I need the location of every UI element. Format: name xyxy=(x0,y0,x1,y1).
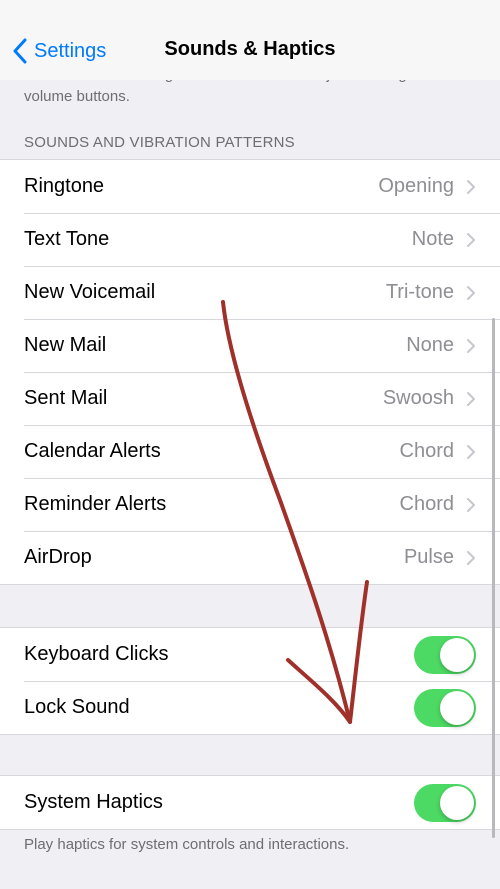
row-label: New Voicemail xyxy=(24,281,156,303)
system-haptics-toggle[interactable] xyxy=(414,783,476,822)
list-item-text-tone[interactable]: Text Tone Note xyxy=(0,213,500,266)
row-label: Reminder Alerts xyxy=(24,493,167,515)
list-item-keyboard-clicks: Keyboard Clicks xyxy=(0,628,500,681)
chevron-right-icon xyxy=(467,179,475,194)
row-value: None xyxy=(406,334,454,356)
navigation-bar: Settings Sounds & Haptics xyxy=(0,0,500,80)
haptics-footer: Play haptics for system controls and int… xyxy=(24,836,350,853)
chevron-right-icon xyxy=(467,285,475,300)
list-item-lock-sound: Lock Sound xyxy=(0,681,500,734)
list-item-airdrop[interactable]: AirDrop Pulse xyxy=(0,531,500,584)
chevron-right-icon xyxy=(467,497,475,512)
list-item-calendar-alerts[interactable]: Calendar Alerts Chord xyxy=(0,425,500,478)
row-value: Pulse xyxy=(403,546,454,568)
row-label: Sent Mail xyxy=(24,387,108,409)
toggles-list: Keyboard Clicks Lock Sound xyxy=(0,627,500,735)
haptics-list: System Haptics xyxy=(0,775,500,830)
list-item-reminder-alerts[interactable]: Reminder Alerts Chord xyxy=(0,478,500,531)
list-item-sent-mail[interactable]: Sent Mail Swoosh xyxy=(0,372,500,425)
chevron-right-icon xyxy=(467,391,475,406)
sounds-list: Ringtone Opening Text Tone Note New Voic… xyxy=(0,159,500,585)
row-label: AirDrop xyxy=(24,546,92,568)
page-title: Sounds & Haptics xyxy=(164,38,336,60)
chevron-right-icon xyxy=(467,444,475,459)
row-value: Swoosh xyxy=(382,387,454,409)
row-label: Keyboard Clicks xyxy=(24,643,169,665)
lock-sound-toggle[interactable] xyxy=(414,688,476,727)
row-value: Opening xyxy=(378,175,454,197)
row-value: Note xyxy=(411,228,454,250)
list-item-system-haptics: System Haptics xyxy=(0,776,500,829)
scrollbar[interactable] xyxy=(492,318,495,838)
row-value: Chord xyxy=(399,440,454,462)
row-label: Ringtone xyxy=(24,175,105,197)
list-item-new-mail[interactable]: New Mail None xyxy=(0,319,500,372)
row-label: Calendar Alerts xyxy=(24,440,161,462)
chevron-right-icon xyxy=(467,550,475,565)
row-label: New Mail xyxy=(24,334,107,356)
row-label: System Haptics xyxy=(24,791,163,813)
row-label: Text Tone xyxy=(24,228,110,250)
section-header-sounds: SOUNDS AND VIBRATION PATTERNS xyxy=(24,134,295,151)
list-item-ringtone[interactable]: Ringtone Opening xyxy=(0,160,500,213)
keyboard-clicks-toggle[interactable] xyxy=(414,635,476,674)
row-value: Chord xyxy=(399,493,454,515)
chevron-right-icon xyxy=(467,338,475,353)
row-label: Lock Sound xyxy=(24,696,130,718)
chevron-right-icon xyxy=(467,232,475,247)
list-item-new-voicemail[interactable]: New Voicemail Tri-tone xyxy=(0,266,500,319)
row-value: Tri-tone xyxy=(385,281,454,303)
